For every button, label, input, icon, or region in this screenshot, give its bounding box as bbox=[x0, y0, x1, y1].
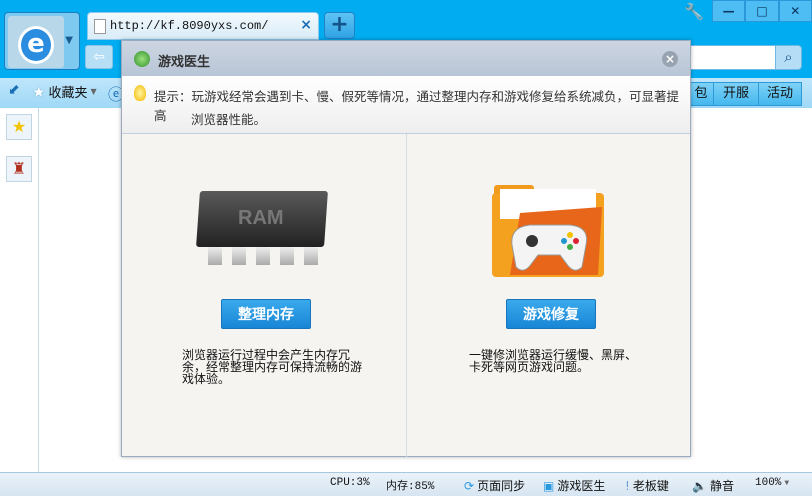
sync-icon: ⟳ bbox=[464, 478, 475, 493]
zoom-label: 100% bbox=[755, 477, 782, 489]
clean-memory-button[interactable]: 整理内存 bbox=[221, 299, 311, 329]
lightbulb-icon bbox=[134, 85, 146, 101]
game-repair-description: 一键修浏览器运行缓慢、黑屏、卡死等网页游戏问题。 bbox=[469, 348, 638, 374]
browser-logo-icon: e bbox=[18, 26, 54, 64]
dialog-title: 游戏医生 bbox=[158, 55, 211, 70]
tip-text-continued: 浏览器性能。 bbox=[191, 112, 267, 127]
status-bar: CPU:3% 内存:85% ⟳ 页面同步 ▣ 游戏医生 ! 老板键 🔈 静音 100% ▼ bbox=[0, 472, 812, 496]
chevron-down-icon: ▼ bbox=[784, 478, 790, 488]
sidebar: ★ ♜ bbox=[0, 108, 39, 472]
clean-memory-description: 浏览器运行过程中会产生内存冗余，经常整理内存可保持流畅的游戏体验。 bbox=[182, 348, 363, 386]
tab-url: http://kf.8090yxs.com/ bbox=[110, 19, 269, 33]
chevron-down-icon: ▼ bbox=[90, 87, 97, 96]
boss-key-label: 老板键 bbox=[632, 479, 669, 493]
favorites-menu[interactable]: ★ 收藏夹 ▼ bbox=[32, 82, 97, 102]
search-icon: ⌕ bbox=[784, 48, 793, 66]
page-icon bbox=[94, 19, 106, 34]
ram-chip-icon: RAM bbox=[196, 191, 328, 265]
dialog-close-icon[interactable]: × bbox=[662, 51, 678, 67]
page-sync-button[interactable]: ⟳ 页面同步 bbox=[464, 477, 525, 494]
tab-close-icon[interactable]: × bbox=[300, 17, 312, 33]
speaker-icon: 🔈 bbox=[692, 478, 707, 493]
favorites-star-button[interactable]: ★ bbox=[6, 114, 32, 140]
tip-panel: 提示：玩游戏经常会遇到卡、慢、假死等情况，通过整理内存和游戏修复给系统减负，可显… bbox=[122, 76, 690, 134]
boss-key-button[interactable]: ! 老板键 bbox=[625, 477, 669, 494]
wrench-icon[interactable]: 🔧 bbox=[684, 2, 704, 21]
star-icon: ★ bbox=[32, 82, 46, 101]
divider bbox=[406, 134, 407, 457]
ram-label: RAM bbox=[238, 207, 284, 229]
game-repair-icon bbox=[492, 185, 604, 277]
game-repair-button[interactable]: 游戏修复 bbox=[506, 299, 596, 329]
memory-usage: 内存:85% bbox=[386, 481, 435, 493]
zoom-level[interactable]: 100% ▼ bbox=[755, 477, 789, 489]
tab-gift[interactable]: 包 bbox=[688, 82, 714, 106]
doctor-icon: ▣ bbox=[543, 478, 555, 493]
cpu-usage: CPU:3% bbox=[330, 477, 370, 489]
chevron-down-icon: ▼ bbox=[65, 35, 73, 46]
joystick-button[interactable]: ♜ bbox=[6, 156, 32, 182]
doctor-label: 游戏医生 bbox=[557, 479, 606, 493]
import-icon[interactable]: ⬋ bbox=[8, 82, 20, 98]
new-tab-button[interactable]: + bbox=[324, 12, 355, 39]
game-doctor-dialog: 游戏医生 × 提示：玩游戏经常会遇到卡、慢、假死等情况，通过整理内存和游戏修复给… bbox=[121, 40, 691, 457]
sync-label: 页面同步 bbox=[477, 479, 526, 493]
game-doctor-icon bbox=[134, 51, 150, 67]
boss-key-icon: ! bbox=[625, 478, 630, 493]
browser-menu-button[interactable]: e ▼ bbox=[4, 12, 80, 70]
search-button[interactable]: ⌕ bbox=[775, 45, 802, 70]
favorites-label: 收藏夹 bbox=[48, 86, 88, 101]
tab-events[interactable]: 活动 bbox=[758, 82, 802, 106]
game-doctor-button[interactable]: ▣ 游戏医生 bbox=[543, 477, 605, 494]
minimize-button[interactable]: — bbox=[712, 0, 746, 22]
maximize-button[interactable]: □ bbox=[745, 0, 779, 22]
tab-servers[interactable]: 开服 bbox=[713, 82, 759, 106]
window-controls: — □ ✕ bbox=[712, 0, 812, 22]
close-button[interactable]: ✕ bbox=[778, 0, 812, 22]
dialog-header: 游戏医生 × bbox=[122, 41, 690, 76]
mute-button[interactable]: 🔈 静音 bbox=[692, 477, 734, 494]
mute-label: 静音 bbox=[709, 479, 734, 493]
browser-tab[interactable]: http://kf.8090yxs.com/ × bbox=[87, 12, 319, 40]
search-input[interactable] bbox=[690, 45, 776, 70]
back-button[interactable]: ⇦ bbox=[85, 45, 113, 69]
